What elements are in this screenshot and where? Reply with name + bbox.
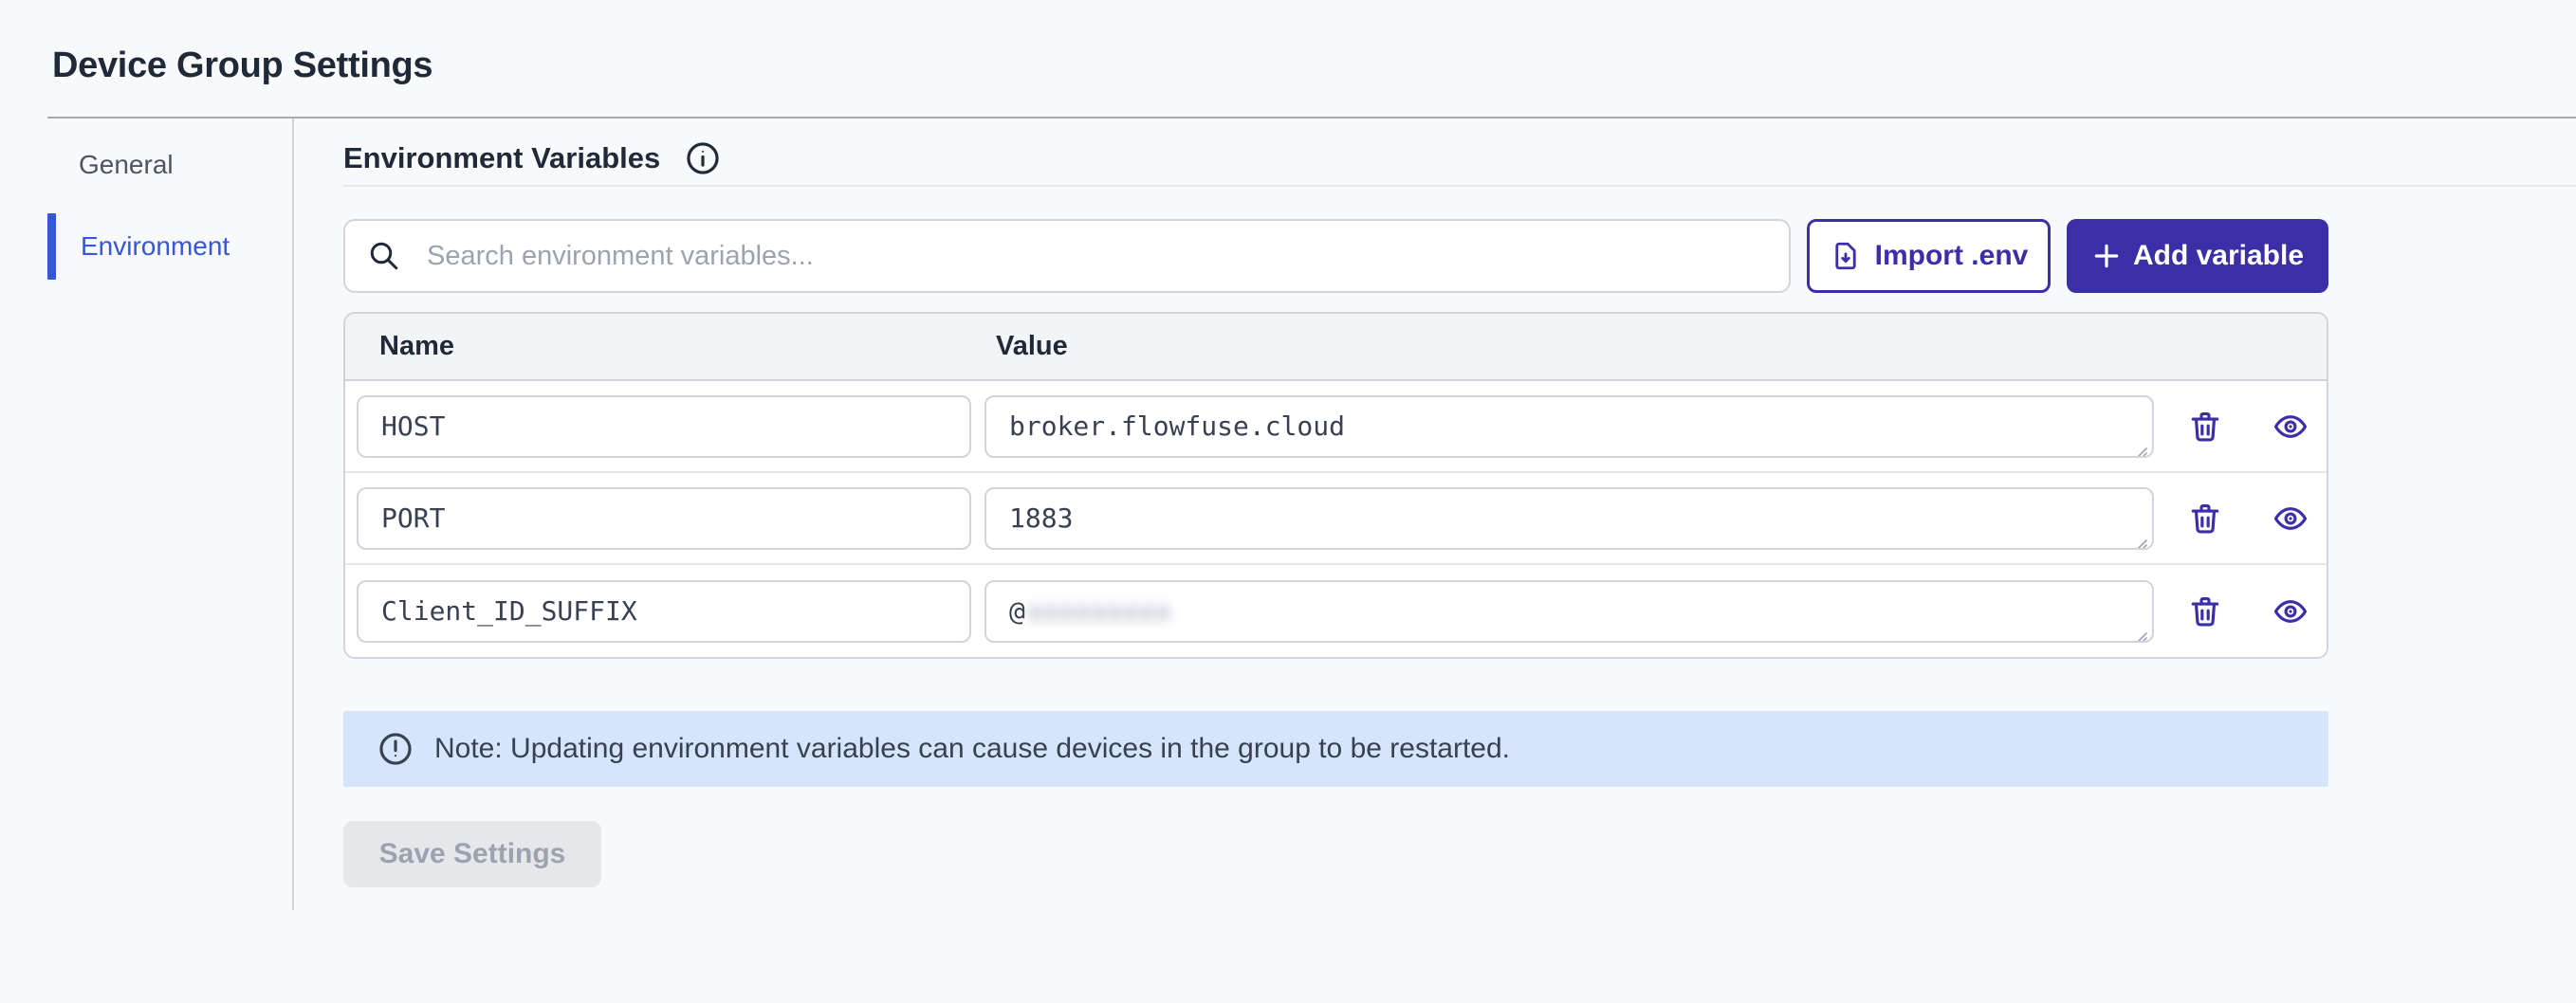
reveal-value-button[interactable] bbox=[2272, 593, 2309, 629]
resize-grip[interactable] bbox=[2130, 526, 2149, 545]
table-row: Client_ID_SUFFIX @ xxxxxxxxx bbox=[345, 565, 2327, 657]
row-actions bbox=[2159, 501, 2327, 537]
device-group-settings-page: Device Group Settings General Environmen… bbox=[0, 46, 2576, 1003]
panel-heading: Environment Variables bbox=[343, 137, 660, 179]
sidebar-item-label: General bbox=[79, 150, 174, 180]
var-value-input[interactable]: broker.flowfuse.cloud bbox=[984, 395, 2154, 458]
env-variables-table: Name Value HOST broker.flowfuse.cloud bbox=[343, 312, 2328, 659]
trash-icon bbox=[2187, 593, 2223, 629]
table-row: HOST broker.flowfuse.cloud bbox=[345, 381, 2327, 473]
sidebar-item-label: Environment bbox=[81, 231, 230, 262]
var-name-text: PORT bbox=[381, 502, 445, 534]
add-variable-button[interactable]: Add variable bbox=[2067, 219, 2328, 293]
row-actions bbox=[2159, 409, 2327, 445]
var-value-text: 1883 bbox=[1009, 502, 1073, 534]
sidebar-item-general[interactable]: General bbox=[47, 132, 292, 198]
var-value-input[interactable]: @ xxxxxxxxx bbox=[984, 580, 2154, 643]
var-name-input[interactable]: HOST bbox=[357, 395, 971, 458]
plus-icon bbox=[2091, 241, 2122, 271]
table-row: PORT 1883 bbox=[345, 473, 2327, 565]
trash-icon bbox=[2187, 501, 2223, 537]
document-arrow-down-icon bbox=[1830, 240, 1862, 272]
settings-layout: General Environment Environment Variable… bbox=[47, 119, 2576, 910]
var-value-text: @ bbox=[1009, 595, 1025, 627]
eye-icon bbox=[2272, 409, 2309, 445]
search-box bbox=[343, 219, 1791, 293]
import-env-button[interactable]: Import .env bbox=[1807, 219, 2051, 293]
delete-variable-button[interactable] bbox=[2187, 593, 2223, 629]
redacted-value-text: xxxxxxxxx bbox=[1027, 595, 1171, 627]
save-settings-button[interactable]: Save Settings bbox=[343, 821, 601, 887]
table-header: Name Value bbox=[345, 314, 2327, 381]
column-header-value: Value bbox=[983, 331, 2159, 362]
var-name-text: HOST bbox=[381, 410, 445, 442]
toolbar: Import .env Add variable bbox=[343, 219, 2328, 293]
environment-panel: Environment Variables bbox=[294, 119, 2576, 910]
trash-icon bbox=[2187, 409, 2223, 445]
note-banner: Note: Updating environment variables can… bbox=[343, 711, 2328, 787]
var-name-input[interactable]: Client_ID_SUFFIX bbox=[357, 580, 971, 643]
note-text: Note: Updating environment variables can… bbox=[434, 733, 1510, 765]
var-name-input[interactable]: PORT bbox=[357, 487, 971, 550]
reveal-value-button[interactable] bbox=[2272, 501, 2309, 537]
panel-header: Environment Variables bbox=[343, 119, 2576, 187]
add-variable-label: Add variable bbox=[2133, 240, 2304, 272]
eye-icon bbox=[2272, 593, 2309, 629]
search-icon bbox=[367, 239, 401, 273]
reveal-value-button[interactable] bbox=[2272, 409, 2309, 445]
var-value-text: broker.flowfuse.cloud bbox=[1009, 410, 1345, 442]
info-icon[interactable] bbox=[685, 140, 721, 176]
column-header-name: Name bbox=[345, 331, 983, 362]
row-actions bbox=[2159, 593, 2327, 629]
panel-content: Import .env Add variable bbox=[343, 219, 2328, 887]
settings-sidebar: General Environment bbox=[47, 119, 292, 910]
var-name-text: Client_ID_SUFFIX bbox=[381, 595, 637, 627]
alert-circle-icon bbox=[377, 731, 414, 767]
import-env-label: Import .env bbox=[1875, 240, 2029, 272]
search-input[interactable] bbox=[345, 221, 1789, 291]
sidebar-item-environment[interactable]: Environment bbox=[47, 213, 292, 280]
delete-variable-button[interactable] bbox=[2187, 501, 2223, 537]
active-tab-indicator bbox=[47, 213, 56, 280]
delete-variable-button[interactable] bbox=[2187, 409, 2223, 445]
page-title: Device Group Settings bbox=[52, 46, 2576, 86]
var-value-input[interactable]: 1883 bbox=[984, 487, 2154, 550]
resize-grip[interactable] bbox=[2130, 434, 2149, 453]
eye-icon bbox=[2272, 501, 2309, 537]
resize-grip[interactable] bbox=[2130, 619, 2149, 638]
